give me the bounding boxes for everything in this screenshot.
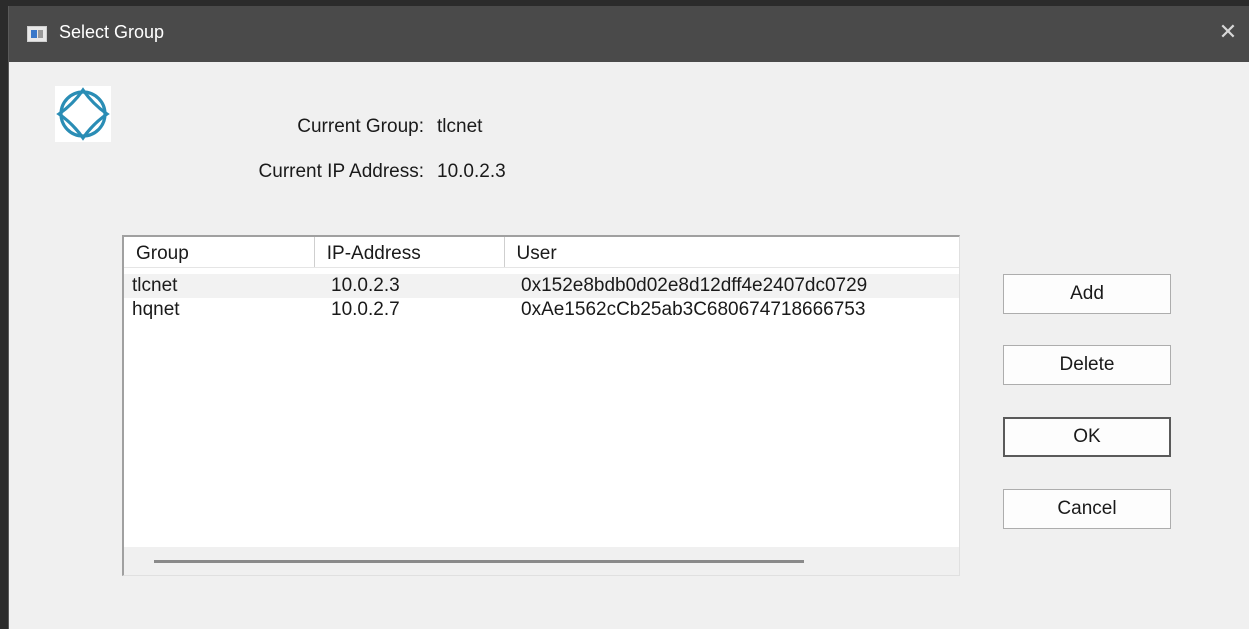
current-group-label: Current Group: [297, 116, 424, 137]
window-title: Select Group [59, 22, 165, 42]
group-cell: tlcnet [132, 275, 178, 296]
scrollbar-thumb[interactable] [154, 560, 804, 563]
network-logo-icon [55, 86, 111, 142]
title-bar[interactable]: Select Group ✕ [9, 6, 1249, 62]
current-ip-label: Current IP Address: [258, 161, 424, 182]
list-header: Group IP-Address User [124, 237, 959, 268]
add-button[interactable]: Add [1003, 274, 1171, 314]
current-ip-value: 10.0.2.3 [437, 161, 506, 182]
ok-button[interactable]: OK [1003, 417, 1171, 457]
column-header-group[interactable]: Group [124, 237, 315, 267]
group-list[interactable]: Group IP-Address User tlcnet 10.0.2.3 0x… [122, 235, 960, 576]
user-cell: 0xAe1562cCb25ab3C680674718666753 [521, 299, 866, 320]
close-icon[interactable]: ✕ [1214, 18, 1242, 46]
delete-button[interactable]: Delete [1003, 345, 1171, 385]
current-group-value: tlcnet [437, 116, 483, 137]
select-group-dialog: Select Group ✕ Current Group: tlcnet Cur… [8, 6, 1249, 629]
cancel-button[interactable]: Cancel [1003, 489, 1171, 529]
window-icon [27, 26, 47, 42]
ip-cell: 10.0.2.3 [331, 275, 400, 296]
user-cell: 0x152e8bdb0d02e8d12dff4e2407dc0729 [521, 275, 868, 296]
ip-cell: 10.0.2.7 [331, 299, 400, 320]
column-header-ip-address[interactable]: IP-Address [315, 237, 505, 267]
horizontal-scrollbar[interactable] [124, 547, 959, 575]
table-row[interactable]: tlcnet 10.0.2.3 0x152e8bdb0d02e8d12dff4e… [124, 274, 959, 298]
column-header-user[interactable]: User [505, 237, 959, 267]
table-row[interactable]: hqnet 10.0.2.7 0xAe1562cCb25ab3C68067471… [124, 298, 959, 322]
group-cell: hqnet [132, 299, 180, 320]
